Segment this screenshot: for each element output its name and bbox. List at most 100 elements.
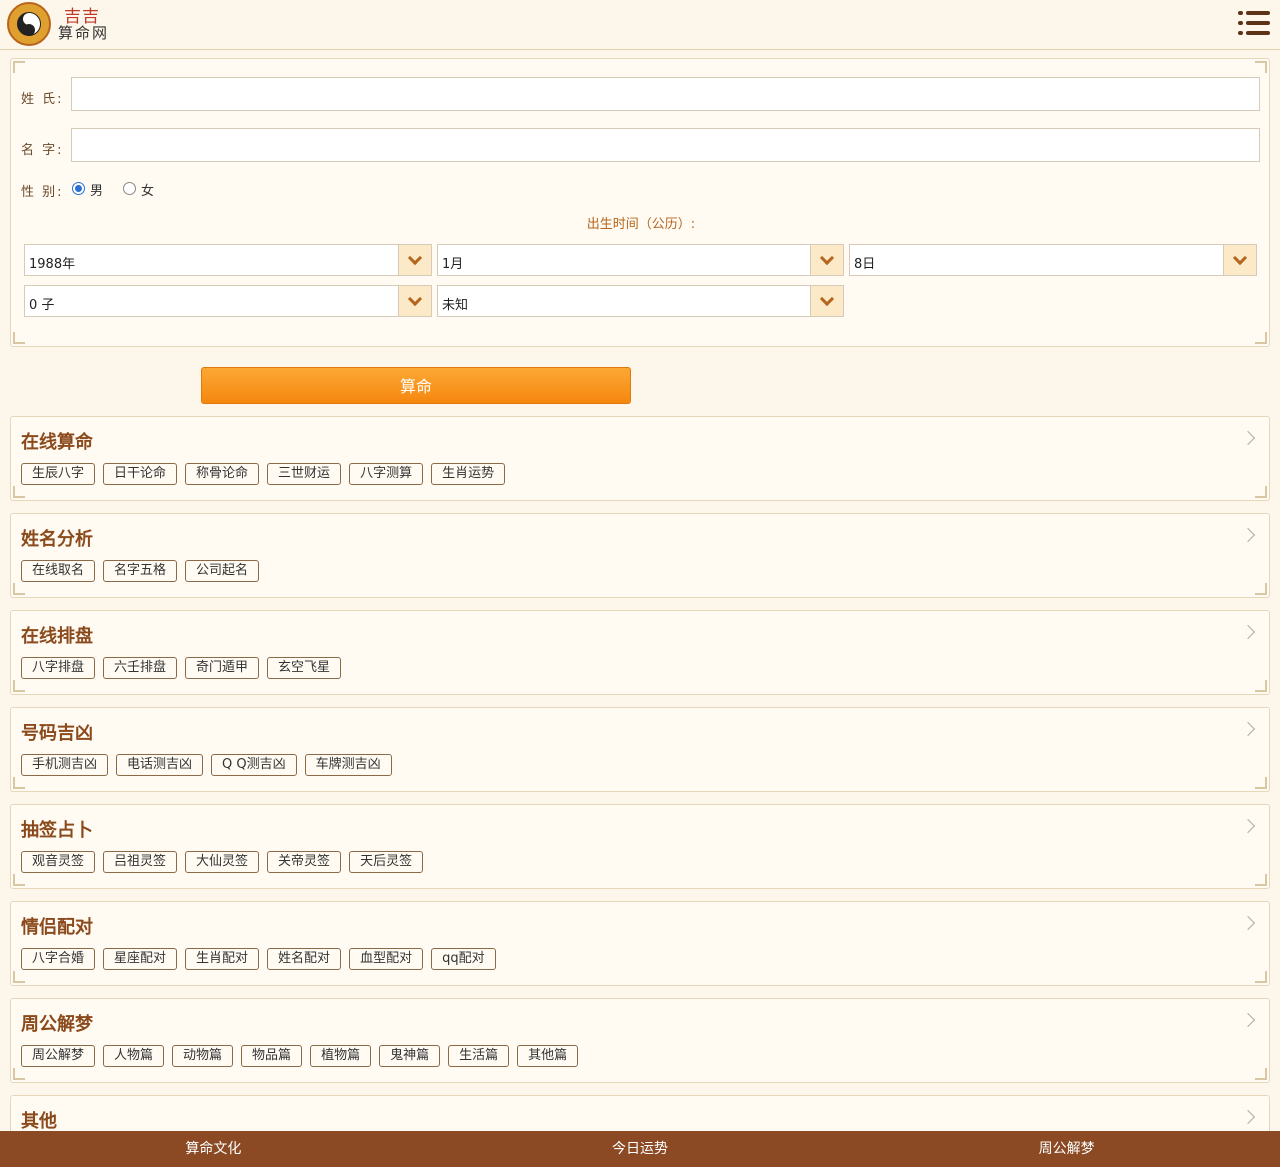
category-tag-link[interactable]: 周公解梦: [21, 1045, 96, 1067]
category-panel: 在线算命生辰八字 日干论命 称骨论命 三世财运 八字测算 生肖运势: [10, 416, 1270, 501]
category-tag-link[interactable]: 生活篇: [448, 1045, 510, 1067]
category-tag-link[interactable]: 关帝灵签: [267, 851, 342, 873]
chevron-right-icon[interactable]: [1240, 527, 1256, 543]
birth-form-panel: 姓 氏: 名 字: 性 别: 男 女 出生时间（公历）: 1988年 1月 8日…: [10, 58, 1270, 347]
category-panel: 抽签占卜观音灵签 吕祖灵签 大仙灵签 关帝灵签 天后灵签: [10, 804, 1270, 889]
category-tag-link[interactable]: 血型配对: [349, 948, 424, 970]
category-tag-link[interactable]: 电话测吉凶: [116, 754, 204, 776]
surname-input[interactable]: [71, 77, 1260, 111]
category-tag-link[interactable]: 三世财运: [267, 463, 342, 485]
gender-label: 性 别:: [21, 185, 64, 200]
nav-dream-interpretation[interactable]: 周公解梦: [853, 1131, 1280, 1167]
category-tag-link[interactable]: 八字合婚: [21, 948, 96, 970]
category-tag-link[interactable]: 车牌测吉凶: [304, 754, 392, 776]
category-panel: 号码吉凶手机测吉凶 电话测吉凶 Q Q测吉凶 车牌测吉凶: [10, 707, 1270, 792]
chevron-right-icon[interactable]: [1240, 624, 1256, 640]
month-select[interactable]: 1月: [437, 244, 844, 276]
minute-value: 未知: [442, 298, 469, 313]
category-tag-link[interactable]: 天后灵签: [349, 851, 424, 873]
category-tag-link[interactable]: 姓名配对: [267, 948, 342, 970]
chevron-down-icon: [398, 286, 431, 316]
category-tag-link[interactable]: 星座配对: [103, 948, 178, 970]
category-panel: 姓名分析在线取名 名字五格 公司起名: [10, 513, 1270, 598]
day-select[interactable]: 8日: [849, 244, 1257, 276]
category-title[interactable]: 周公解梦: [21, 1010, 93, 1036]
category-tag-link[interactable]: 鬼神篇: [379, 1045, 441, 1067]
category-title[interactable]: 其他: [21, 1107, 57, 1133]
category-panel: 周公解梦 周公解梦 人物篇 动物篇 物品篇 植物篇 鬼神篇 生活篇 其他篇: [10, 998, 1270, 1083]
year-select[interactable]: 1988年: [24, 244, 432, 276]
chevron-right-icon[interactable]: [1240, 1109, 1256, 1125]
category-tags: 生辰八字 日干论命 称骨论命 三世财运 八字测算 生肖运势: [21, 463, 506, 485]
category-tag-link[interactable]: 六壬排盘: [103, 657, 178, 679]
category-panel: 情侣配对八字合婚 星座配对 生肖配对 姓名配对 血型配对 qq配对: [10, 901, 1270, 986]
app-header: 吉吉 算命网: [0, 0, 1280, 50]
logo-text-bottom: 算命网: [58, 24, 110, 42]
chevron-right-icon[interactable]: [1240, 915, 1256, 931]
category-tags: 手机测吉凶 电话测吉凶 Q Q测吉凶 车牌测吉凶: [21, 754, 392, 776]
chevron-down-icon: [1223, 245, 1256, 275]
nav-fortune-culture[interactable]: 算命文化: [0, 1131, 427, 1167]
hour-value: 0 子: [29, 298, 55, 313]
category-title[interactable]: 情侣配对: [21, 913, 93, 939]
chevron-down-icon: [810, 286, 843, 316]
category-tags: 八字排盘 六壬排盘 奇门遁甲 玄空飞星: [21, 657, 342, 679]
chevron-down-icon: [810, 245, 843, 275]
category-tag-link[interactable]: 在线取名: [21, 560, 96, 582]
gender-male-label[interactable]: 男: [90, 180, 103, 199]
category-tag-link[interactable]: 奇门遁甲: [185, 657, 260, 679]
category-tag-link[interactable]: 公司起名: [185, 560, 260, 582]
category-tags: 观音灵签 吕祖灵签 大仙灵签 关帝灵签 天后灵签: [21, 851, 424, 873]
list-menu-icon[interactable]: [1238, 10, 1270, 36]
bottom-nav: 算命文化 今日运势 周公解梦: [0, 1131, 1280, 1167]
category-tags: 在线取名 名字五格 公司起名: [21, 560, 260, 582]
category-tag-link[interactable]: 称骨论命: [185, 463, 260, 485]
nav-daily-fortune[interactable]: 今日运势: [427, 1131, 854, 1167]
category-tags: 周公解梦 人物篇 动物篇 物品篇 植物篇 鬼神篇 生活篇 其他篇: [21, 1045, 579, 1067]
hour-select[interactable]: 0 子: [24, 285, 432, 317]
category-tag-link[interactable]: 生辰八字: [21, 463, 96, 485]
calculate-button[interactable]: 算命: [201, 367, 631, 404]
chevron-right-icon[interactable]: [1240, 430, 1256, 446]
gender-female-label[interactable]: 女: [141, 180, 154, 199]
category-title[interactable]: 在线排盘: [21, 622, 93, 648]
category-tag-link[interactable]: 观音灵签: [21, 851, 96, 873]
category-panel: 在线排盘八字排盘 六壬排盘 奇门遁甲 玄空飞星: [10, 610, 1270, 695]
month-value: 1月: [442, 257, 464, 272]
chevron-down-icon: [398, 245, 431, 275]
minute-select[interactable]: 未知: [437, 285, 844, 317]
category-title[interactable]: 抽签占卜: [21, 816, 93, 842]
category-tag-link[interactable]: 吕祖灵签: [103, 851, 178, 873]
category-tag-link[interactable]: 生肖配对: [185, 948, 260, 970]
category-tag-link[interactable]: 其他篇: [517, 1045, 579, 1067]
category-tag-link[interactable]: 玄空飞星: [267, 657, 342, 679]
yin-yang-logo-icon[interactable]: [7, 2, 51, 46]
category-tag-link[interactable]: Q Q测吉凶: [211, 754, 297, 776]
chevron-right-icon[interactable]: [1240, 818, 1256, 834]
category-title[interactable]: 姓名分析: [21, 525, 93, 551]
category-tag-link[interactable]: 动物篇: [172, 1045, 234, 1067]
given-name-input[interactable]: [71, 128, 1260, 162]
category-tag-link[interactable]: 人物篇: [103, 1045, 165, 1067]
category-tag-link[interactable]: 名字五格: [103, 560, 178, 582]
given-name-label: 名 字:: [21, 143, 64, 158]
category-tag-link[interactable]: qq配对: [431, 948, 496, 970]
day-value: 8日: [854, 257, 876, 272]
category-tags: 八字合婚 星座配对 生肖配对 姓名配对 血型配对 qq配对: [21, 948, 496, 970]
category-tag-link[interactable]: 生肖运势: [431, 463, 506, 485]
surname-label: 姓 氏:: [21, 92, 64, 107]
category-title[interactable]: 号码吉凶: [21, 719, 93, 745]
category-tag-link[interactable]: 物品篇: [241, 1045, 303, 1067]
category-tag-link[interactable]: 大仙灵签: [185, 851, 260, 873]
gender-female-radio[interactable]: [123, 182, 136, 195]
category-tag-link[interactable]: 日干论命: [103, 463, 178, 485]
year-value: 1988年: [29, 257, 76, 272]
category-tag-link[interactable]: 手机测吉凶: [21, 754, 109, 776]
category-tag-link[interactable]: 八字测算: [349, 463, 424, 485]
chevron-right-icon[interactable]: [1240, 1012, 1256, 1028]
chevron-right-icon[interactable]: [1240, 721, 1256, 737]
category-tag-link[interactable]: 植物篇: [310, 1045, 372, 1067]
category-title[interactable]: 在线算命: [21, 428, 93, 454]
gender-male-radio[interactable]: [72, 182, 85, 195]
category-tag-link[interactable]: 八字排盘: [21, 657, 96, 679]
